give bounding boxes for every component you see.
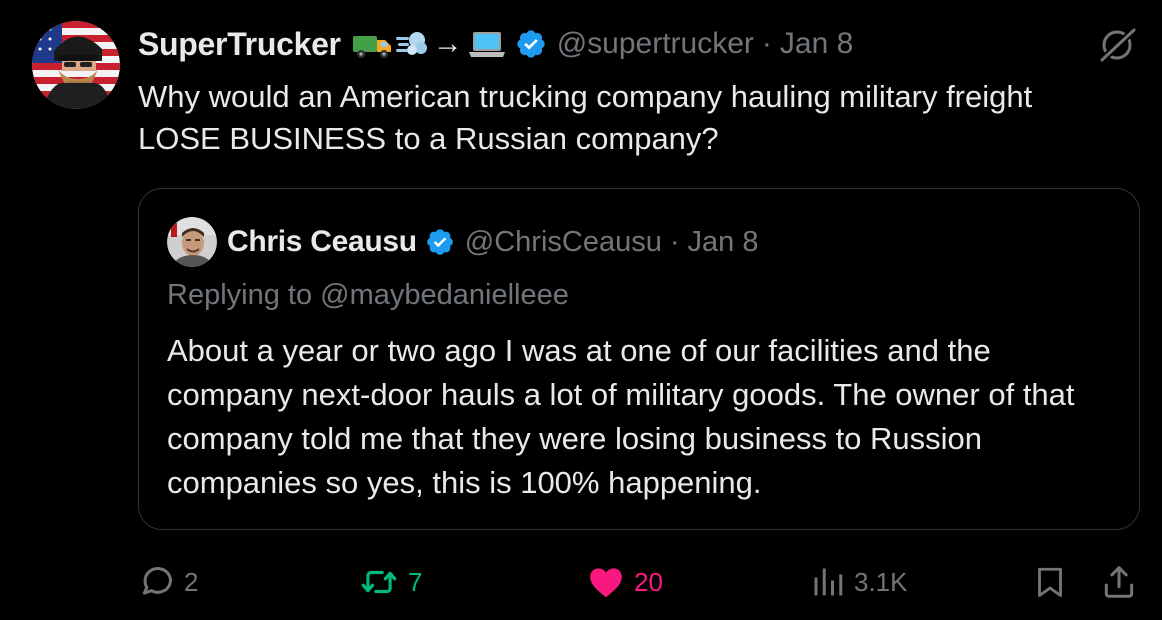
- repost-count: 7: [408, 566, 423, 597]
- like-button[interactable]: 20: [586, 556, 663, 608]
- dash-icon: [395, 32, 427, 55]
- arrow-glyph: →: [432, 27, 463, 60]
- reply-icon: [142, 567, 172, 595]
- views-icon: [814, 568, 843, 596]
- repost-icon: [361, 570, 397, 594]
- repost-button[interactable]: 7: [358, 556, 422, 608]
- share-icon: [1104, 566, 1134, 598]
- share-button[interactable]: [1100, 556, 1138, 608]
- author-handle[interactable]: @supertrucker: [557, 27, 754, 61]
- tweet-date[interactable]: Jan 8: [780, 27, 853, 61]
- separator-dot: ·: [761, 27, 772, 60]
- quoted-author-handle[interactable]: @ChrisCeausu: [465, 226, 662, 259]
- bookmark-button[interactable]: [1032, 556, 1068, 608]
- author-display-name[interactable]: SuperTrucker: [138, 26, 341, 63]
- reply-button[interactable]: 2: [138, 556, 198, 608]
- tweet-header: SuperTrucker → @supertrucker · Jan 8: [138, 24, 853, 64]
- quoted-author-avatar[interactable]: [167, 217, 217, 267]
- quoted-author-display-name[interactable]: Chris Ceausu: [227, 225, 417, 259]
- tweet-text: Why would an American trucking company h…: [138, 79, 1033, 156]
- name-emoji-row: →: [351, 27, 507, 61]
- like-count: 20: [634, 566, 663, 597]
- views-button[interactable]: 3.1K: [810, 556, 908, 608]
- tweet-action-bar: 2 7 20 3.1K: [0, 556, 1162, 608]
- quoted-tweet[interactable]: Chris Ceausu @ChrisCeausu · Jan 8 Replyi…: [138, 188, 1140, 530]
- replying-to-label: Replying to @maybedanielleee: [167, 279, 569, 311]
- verified-badge-icon[interactable]: [425, 227, 455, 257]
- views-count: 3.1K: [854, 566, 908, 597]
- quoted-tweet-header: Chris Ceausu @ChrisCeausu · Jan 8: [167, 217, 759, 267]
- quoted-tweet-date[interactable]: Jan 8: [688, 226, 759, 259]
- quoted-tweet-text: About a year or two ago I was at one of …: [167, 333, 1075, 500]
- grok-icon[interactable]: [1096, 24, 1140, 64]
- author-avatar[interactable]: [32, 21, 120, 109]
- heart-icon: [590, 568, 622, 598]
- separator-dot: ·: [669, 225, 680, 258]
- truck-icon: [352, 36, 391, 58]
- reply-count: 2: [184, 566, 199, 597]
- verified-badge-icon[interactable]: [515, 28, 547, 60]
- bookmark-icon: [1038, 567, 1062, 597]
- laptop-icon: [468, 32, 505, 57]
